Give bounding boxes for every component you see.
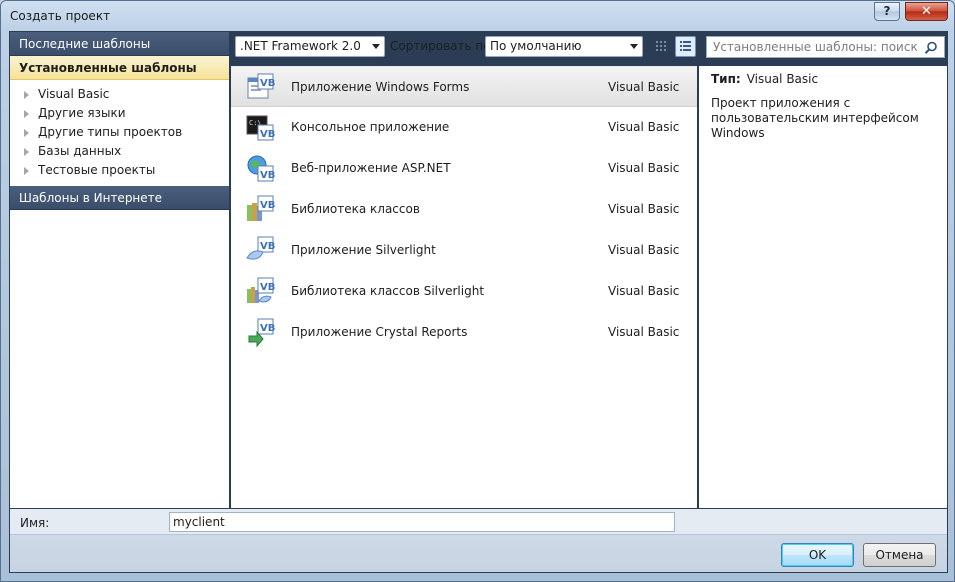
title-bar[interactable]: Создать проект ? ✕ [1, 1, 954, 31]
tree-item-visual-basic[interactable]: Visual Basic [10, 85, 229, 104]
type-value: Visual Basic [746, 72, 819, 86]
template-search-input[interactable] [713, 39, 918, 55]
template-description: Проект приложения с пользовательским инт… [711, 96, 919, 140]
template-language: Visual Basic [608, 202, 680, 216]
web-app-icon: VB [247, 155, 275, 182]
class-library-icon: VB [247, 195, 275, 221]
sort-label: Сортировать по: [390, 39, 495, 53]
template-info-pane: Тип: Visual Basic Проект приложения с пол… [699, 66, 947, 508]
svg-text:VB: VB [260, 200, 275, 211]
template-language: Visual Basic [608, 284, 680, 298]
silverlight-app-icon: VB [246, 236, 275, 260]
sort-select[interactable]: По умолчанию [485, 36, 643, 57]
console-app-icon: C:\ VB [246, 115, 275, 141]
expand-arrow-icon[interactable] [24, 110, 29, 118]
tree-item-label: Visual Basic [38, 87, 110, 101]
chevron-down-icon [630, 44, 638, 49]
cancel-button[interactable]: Отмена [863, 543, 936, 567]
template-row-crystal-reports[interactable]: VB Приложение Crystal Reports Visual Bas… [231, 312, 697, 353]
close-button[interactable]: ✕ [905, 2, 948, 21]
template-row-windows-forms[interactable]: VB Приложение Windows Forms Visual Basic [231, 66, 697, 107]
template-row-silverlight-library[interactable]: VB Библиотека классов Silverlight Visual… [231, 271, 697, 312]
recent-templates-header[interactable]: Последние шаблоны [10, 32, 229, 56]
installed-templates-header[interactable]: Установленные шаблоны [10, 56, 229, 80]
template-name: Библиотека классов Silverlight [291, 284, 485, 298]
silverlight-library-icon: VB [247, 277, 275, 303]
template-search-box[interactable] [706, 36, 945, 58]
dialog-client-area: Последние шаблоны Установленные шаблоны … [9, 31, 948, 573]
svg-text:VB: VB [260, 170, 275, 181]
svg-text:VB: VB [260, 241, 275, 252]
template-list: VB Приложение Windows Forms Visual Basic… [231, 66, 697, 508]
chevron-down-icon [372, 44, 380, 49]
templates-toolbar: .NET Framework 2.0 Сортировать по: По ум… [231, 36, 947, 60]
tree-item-databases[interactable]: Базы данных [10, 142, 229, 161]
expand-arrow-icon[interactable] [24, 91, 29, 99]
template-name: Веб-приложение ASP.NET [291, 161, 451, 175]
expand-arrow-icon[interactable] [24, 167, 29, 175]
template-language: Visual Basic [608, 80, 680, 94]
window-title: Создать проект [10, 9, 111, 23]
template-row-console-app[interactable]: C:\ VB Консольное приложение Visual Basi… [231, 107, 697, 148]
template-categories-pane: Последние шаблоны Установленные шаблоны … [10, 32, 229, 508]
svg-text:VB: VB [260, 78, 275, 89]
tree-item-label: Тестовые проекты [38, 163, 156, 177]
small-icons-view-icon [656, 41, 666, 51]
project-name-row: Имя: [10, 509, 947, 535]
sort-select-value: По умолчанию [490, 39, 582, 53]
help-button[interactable]: ? [874, 2, 900, 21]
tree-item-other-project-types[interactable]: Другие типы проектов [10, 123, 229, 142]
framework-select[interactable]: .NET Framework 2.0 [235, 36, 385, 57]
template-row-silverlight-app[interactable]: VB Приложение Silverlight Visual Basic [231, 230, 697, 271]
search-icon[interactable] [923, 40, 939, 56]
project-name-input[interactable] [169, 512, 675, 532]
ok-button[interactable]: OK [781, 543, 854, 567]
svg-text:VB: VB [260, 323, 275, 334]
template-language: Visual Basic [608, 120, 680, 134]
tree-item-label: Другие языки [38, 106, 126, 120]
template-name: Приложение Silverlight [291, 243, 436, 257]
template-type: Тип: Visual Basic [711, 72, 818, 86]
framework-select-value: .NET Framework 2.0 [240, 39, 361, 53]
svg-text:VB: VB [260, 129, 275, 140]
dialog-footer: Имя: OK Отмена [10, 509, 947, 572]
windows-forms-icon: VB [247, 73, 275, 99]
template-row-class-library[interactable]: VB Библиотека классов Visual Basic [231, 189, 697, 230]
template-name: Приложение Crystal Reports [291, 325, 468, 339]
list-view-icon [680, 41, 691, 51]
tree-item-test-projects[interactable]: Тестовые проекты [10, 161, 229, 180]
category-tree: Visual Basic Другие языки Другие типы пр… [10, 80, 229, 186]
template-language: Visual Basic [608, 325, 680, 339]
template-name: Консольное приложение [291, 120, 450, 134]
project-name-label: Имя: [20, 516, 50, 530]
expand-arrow-icon[interactable] [24, 148, 29, 156]
template-language: Visual Basic [608, 161, 680, 175]
template-row-asp-net[interactable]: VB Веб-приложение ASP.NET Visual Basic [231, 148, 697, 189]
template-name: Приложение Windows Forms [291, 80, 470, 94]
online-templates-header[interactable]: Шаблоны в Интернете [10, 186, 229, 210]
template-name: Библиотека классов [291, 202, 420, 216]
list-view-button[interactable] [675, 36, 696, 57]
expand-arrow-icon[interactable] [24, 129, 29, 137]
type-label: Тип: [711, 72, 741, 86]
template-language: Visual Basic [608, 243, 680, 257]
small-icons-view-button[interactable] [651, 36, 672, 57]
crystal-reports-icon: VB [248, 318, 275, 348]
tree-item-label: Другие типы проектов [38, 125, 183, 139]
tree-item-label: Базы данных [38, 144, 122, 158]
tree-item-other-languages[interactable]: Другие языки [10, 104, 229, 123]
new-project-dialog: Создать проект ? ✕ Последние шаблоны Уст… [0, 0, 955, 582]
svg-text:VB: VB [260, 282, 275, 293]
